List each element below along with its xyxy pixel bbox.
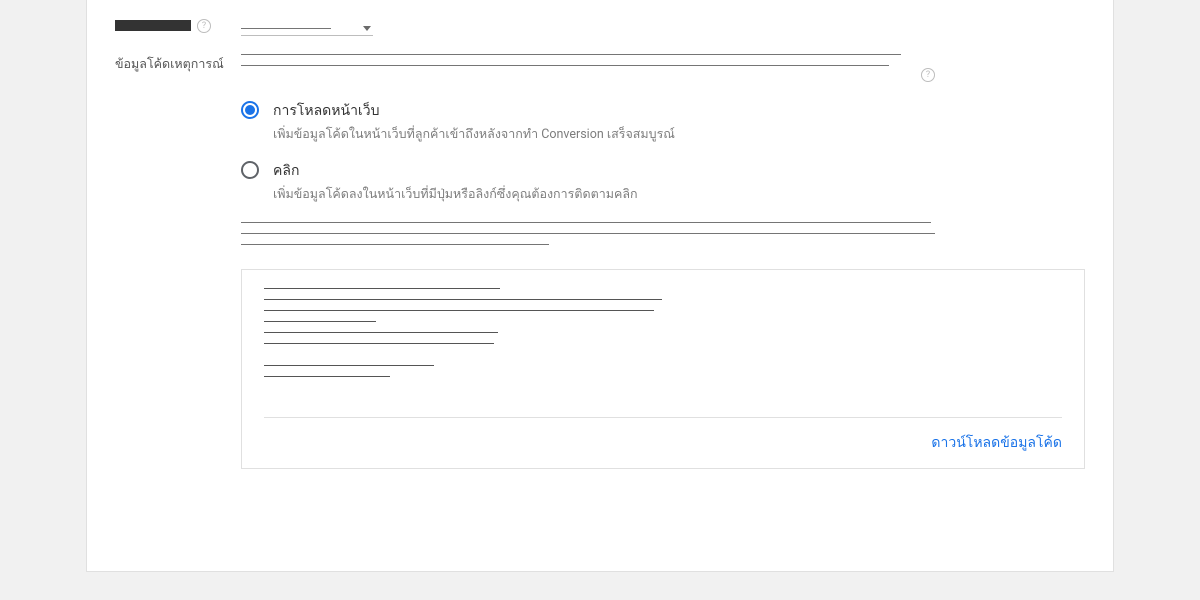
code-line (264, 365, 434, 366)
text-line (241, 54, 901, 55)
code-line (264, 332, 498, 333)
redacted-label (115, 20, 191, 31)
field-label-redacted: ? (115, 18, 241, 33)
select-dropdown[interactable] (241, 24, 373, 36)
dropdown-row: ? (115, 0, 1085, 36)
radio-description: เพิ่มข้อมูลโค้ดลงในหน้าเว็บที่มีปุ่มหรือ… (273, 184, 638, 204)
radio-title: การโหลดหน้าเว็บ (273, 100, 675, 122)
code-box-footer: ดาวน์โหลดข้อมูลโค้ด (264, 417, 1062, 468)
intro-note: ? (241, 54, 1085, 82)
text-line (241, 65, 889, 66)
section-label: ข้อมูลโค้ดเหตุการณ์ (115, 54, 241, 74)
help-icon[interactable]: ? (197, 19, 211, 33)
radio-option-page-load[interactable]: การโหลดหน้าเว็บ เพิ่มข้อมูลโค้ดในหน้าเว็… (241, 100, 1085, 144)
help-icon[interactable]: ? (921, 68, 935, 82)
radio-option-click[interactable]: คลิก เพิ่มข้อมูลโค้ดลงในหน้าเว็บที่มีปุ่… (241, 160, 1085, 204)
radio-button-icon (241, 101, 259, 119)
text-line (241, 233, 935, 234)
radio-description: เพิ่มข้อมูลโค้ดในหน้าเว็บที่ลูกค้าเข้าถึ… (273, 124, 675, 144)
code-line (264, 343, 494, 344)
chevron-down-icon (363, 26, 371, 31)
snippet-content: ? การโหลดหน้าเว็บ เพิ่มข้อมูลโค้ดในหน้าเ… (241, 54, 1085, 469)
snippet-section: ข้อมูลโค้ดเหตุการณ์ ? การโหลดหน้าเว็บ เพ… (115, 36, 1085, 469)
code-line (264, 321, 376, 322)
code-line (264, 310, 654, 311)
radio-button-icon (241, 161, 259, 179)
card-panel: ? ข้อมูลโค้ดเหตุการณ์ ? (86, 0, 1114, 572)
dropdown-container (241, 18, 1085, 36)
code-snippet-box: ดาวน์โหลดข้อมูลโค้ด (241, 269, 1085, 469)
text-line (241, 244, 549, 245)
description-block (241, 222, 941, 245)
code-content[interactable] (264, 288, 1062, 417)
dropdown-value-placeholder (241, 28, 331, 29)
text-line (241, 222, 931, 223)
code-line (264, 376, 390, 377)
radio-title: คลิก (273, 160, 638, 182)
radio-group: การโหลดหน้าเว็บ เพิ่มข้อมูลโค้ดในหน้าเว็… (241, 100, 1085, 204)
download-snippet-button[interactable]: ดาวน์โหลดข้อมูลโค้ด (931, 432, 1062, 454)
code-line (264, 288, 500, 289)
code-line (264, 299, 662, 300)
